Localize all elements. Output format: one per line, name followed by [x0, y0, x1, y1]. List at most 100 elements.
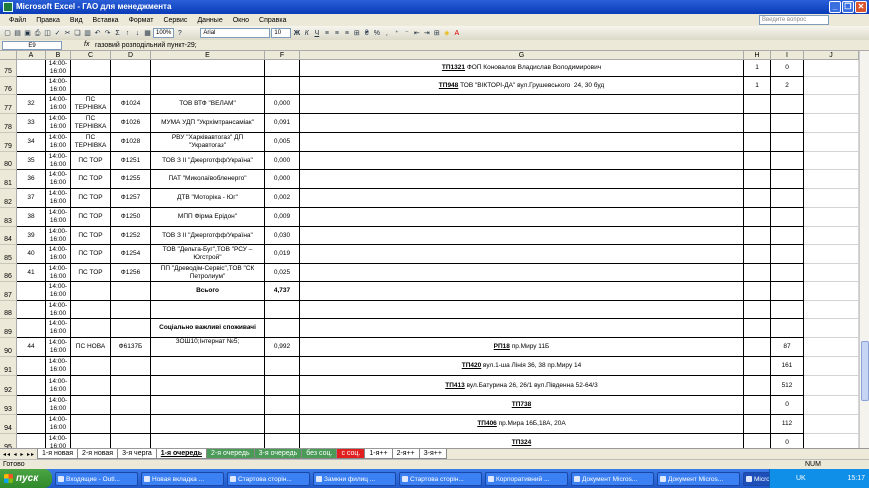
cell-j[interactable]: [804, 396, 859, 415]
sheet-tab[interactable]: 2-я новая: [77, 449, 119, 459]
column-header-d[interactable]: D: [111, 51, 151, 60]
taskbar-item[interactable]: Документ Micros...: [571, 471, 654, 486]
minimize-button[interactable]: _: [829, 1, 841, 13]
cell-i[interactable]: 0: [771, 396, 804, 415]
sheet-tab[interactable]: без соц.: [301, 449, 338, 459]
cell-f[interactable]: 0,992: [265, 338, 300, 357]
formula-input[interactable]: газовий розподільний пункт-29;: [95, 41, 197, 50]
thousands-icon[interactable]: ,: [382, 29, 391, 38]
cell-b[interactable]: 14:00- 16:00: [46, 60, 71, 77]
sheet-tab[interactable]: 2-я++: [391, 449, 420, 459]
cell-d[interactable]: Ф1026: [111, 114, 151, 133]
cell-g[interactable]: ТП738: [300, 396, 744, 415]
taskbar-item[interactable]: Стартова сторін...: [227, 471, 310, 486]
indent-icon[interactable]: ⇥: [422, 29, 431, 38]
cell-f[interactable]: 0,005: [265, 133, 300, 152]
sheet-tab[interactable]: 3-я++: [418, 449, 447, 459]
cell-b[interactable]: 14:00- 16:00: [46, 264, 71, 282]
cell-c[interactable]: [71, 376, 111, 396]
cell-b[interactable]: 14:00- 16:00: [46, 114, 71, 133]
cell-h[interactable]: [744, 264, 771, 282]
cell-e[interactable]: РВУ "Харківавтогаз" ДП "Укравтогаз": [151, 133, 265, 152]
cell-d[interactable]: Ф1251: [111, 152, 151, 170]
cell-b[interactable]: 14:00- 16:00: [46, 415, 71, 434]
cell-c[interactable]: ПС ТЕРНІВКА: [71, 95, 111, 114]
cell-a[interactable]: [17, 77, 46, 95]
cell-d[interactable]: [111, 60, 151, 77]
currency-icon[interactable]: ₴: [362, 29, 371, 38]
cell-f[interactable]: [265, 415, 300, 434]
cell-a[interactable]: [17, 376, 46, 396]
cell-b[interactable]: 14:00- 16:00: [46, 245, 71, 264]
cell-i[interactable]: 512: [771, 376, 804, 396]
cell-g[interactable]: ТП1321 ФОП Коновалов Владислав Володимир…: [300, 60, 744, 77]
cell-g[interactable]: ТП420 вул.1-ша Лінія 36, 38 пр.Миру 14: [300, 357, 744, 376]
cell-c[interactable]: [71, 357, 111, 376]
row-header[interactable]: 76: [0, 77, 17, 95]
cell-i[interactable]: [771, 282, 804, 301]
cell-b[interactable]: 14:00- 16:00: [46, 376, 71, 396]
cell-h[interactable]: [744, 415, 771, 434]
cell-b[interactable]: 14:00- 16:00: [46, 77, 71, 95]
cell-d[interactable]: [111, 415, 151, 434]
cell-d[interactable]: [111, 77, 151, 95]
cell-e[interactable]: ТОВ З ІІ "Джерготфф/Україна": [151, 152, 265, 170]
cell-d[interactable]: [111, 301, 151, 319]
align-left-icon[interactable]: ≡: [322, 29, 331, 38]
cell-d[interactable]: Ф1255: [111, 170, 151, 189]
cell-d[interactable]: Ф1250: [111, 208, 151, 227]
sort-asc-icon[interactable]: ↑: [123, 29, 132, 38]
preview-icon[interactable]: ◫: [43, 29, 52, 38]
taskbar-item[interactable]: Стартова сторін...: [399, 471, 482, 486]
cell-c[interactable]: ПС НОВА: [71, 338, 111, 357]
cell-d[interactable]: [111, 434, 151, 448]
row-header[interactable]: 86: [0, 264, 17, 282]
cell-h[interactable]: 1: [744, 77, 771, 95]
cell-f[interactable]: 0,000: [265, 95, 300, 114]
cell-i[interactable]: 0: [771, 60, 804, 77]
cell-b[interactable]: 14:00- 16:00: [46, 319, 71, 338]
cut-icon[interactable]: ✂: [63, 29, 72, 38]
cell-e[interactable]: [151, 60, 265, 77]
sheet-tab[interactable]: 3-я очередь: [253, 449, 303, 459]
cell-g[interactable]: [300, 227, 744, 245]
cell-h[interactable]: [744, 338, 771, 357]
taskbar-item[interactable]: Корпоративний ...: [485, 471, 568, 486]
cell-a[interactable]: [17, 357, 46, 376]
cell-b[interactable]: 14:00- 16:00: [46, 434, 71, 448]
open-icon[interactable]: ▤: [13, 29, 22, 38]
cell-f[interactable]: [265, 376, 300, 396]
taskbar-item[interactable]: Новая вкладка ...: [141, 471, 224, 486]
cell-h[interactable]: [744, 376, 771, 396]
cell-j[interactable]: [804, 338, 859, 357]
cell-c[interactable]: ПС ТЕРНІВКА: [71, 114, 111, 133]
cell-c[interactable]: ПС ТОР: [71, 152, 111, 170]
paste-icon[interactable]: ▥: [83, 29, 92, 38]
cell-e[interactable]: [151, 376, 265, 396]
cell-b[interactable]: 14:00- 16:00: [46, 338, 71, 357]
cell-g[interactable]: [300, 319, 744, 338]
row-header[interactable]: 91: [0, 357, 17, 376]
italic-icon[interactable]: К: [302, 29, 311, 38]
cell-e[interactable]: [151, 357, 265, 376]
row-header[interactable]: 95: [0, 434, 17, 448]
cell-h[interactable]: [744, 319, 771, 338]
spreadsheet-grid[interactable]: 75 14:00- 16:00 ТП1321 ФОП Коновалов Влади…: [0, 60, 859, 448]
cell-i[interactable]: 161: [771, 357, 804, 376]
cell-i[interactable]: [771, 152, 804, 170]
cell-j[interactable]: [804, 95, 859, 114]
cell-h[interactable]: [744, 208, 771, 227]
language-indicator[interactable]: UK: [796, 469, 806, 488]
cell-j[interactable]: [804, 227, 859, 245]
cell-e[interactable]: [151, 396, 265, 415]
cell-j[interactable]: [804, 319, 859, 338]
cell-i[interactable]: [771, 133, 804, 152]
cell-g[interactable]: ТП406 пр.Мира 16Б,18А, 20А: [300, 415, 744, 434]
row-header[interactable]: 81: [0, 170, 17, 189]
cell-c[interactable]: ПС ТОР: [71, 208, 111, 227]
bold-icon[interactable]: Ж: [292, 29, 301, 38]
cell-a[interactable]: [17, 434, 46, 448]
scroll-thumb[interactable]: [861, 341, 869, 401]
cell-j[interactable]: [804, 189, 859, 208]
cell-j[interactable]: [804, 301, 859, 319]
